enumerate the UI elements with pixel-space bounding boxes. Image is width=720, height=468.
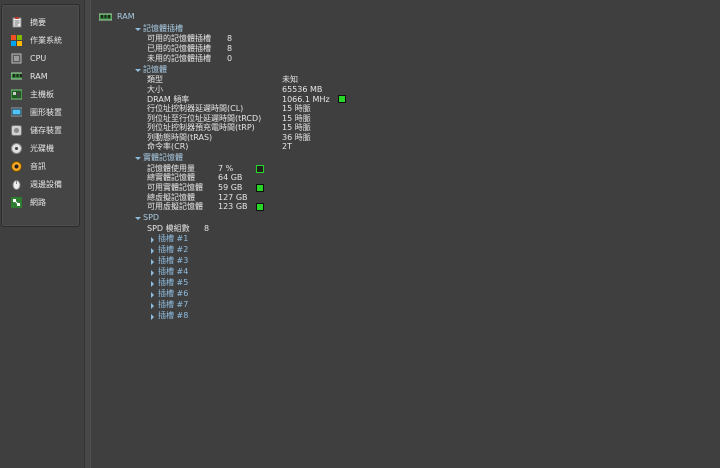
- sidebar-item-audio[interactable]: 音訊: [11, 159, 46, 173]
- spd-slot-5[interactable]: 插槽 #5: [158, 278, 188, 288]
- network-icon: [11, 196, 22, 208]
- sidebar: 摘要 作業系統 CPU RAM 主機板 圖形裝置 儲存裝置 光碟機 音訊 週邊設…: [1, 4, 80, 227]
- sidebar-item-optical[interactable]: 光碟機: [11, 141, 54, 155]
- value-trp: 15 時脈: [282, 123, 311, 132]
- sidebar-item-label: RAM: [30, 71, 48, 81]
- page-title: RAM: [117, 12, 135, 21]
- sidebar-item-motherboard[interactable]: 主機板: [11, 87, 54, 101]
- expand-arrow-icon[interactable]: [151, 303, 154, 309]
- sidebar-item-os[interactable]: 作業系統: [11, 33, 62, 47]
- motherboard-icon: [11, 89, 22, 100]
- value-free-slots: 0: [227, 54, 233, 63]
- sidebar-item-label: 圖形裝置: [30, 107, 62, 117]
- available-virtual-indicator[interactable]: [256, 203, 264, 211]
- label-available-slots: 可用的記憶體插槽: [147, 34, 211, 43]
- value-available-physical: 59 GB: [218, 183, 243, 192]
- expand-arrow-icon[interactable]: [151, 248, 154, 254]
- value-spd-module-count: 8: [204, 224, 210, 233]
- collapse-arrow-icon[interactable]: [135, 157, 141, 160]
- value-available-virtual: 123 GB: [218, 202, 248, 211]
- value-cl: 15 時脈: [282, 104, 311, 113]
- sidebar-item-peripherals[interactable]: 週邊設備: [11, 177, 62, 191]
- expand-arrow-icon[interactable]: [151, 292, 154, 298]
- windows-icon: [11, 34, 22, 46]
- value-total-physical: 64 GB: [218, 173, 243, 182]
- section-spd[interactable]: SPD: [143, 213, 159, 223]
- value-size: 65536 MB: [282, 85, 323, 94]
- spd-slot-4[interactable]: 插槽 #4: [158, 267, 188, 277]
- ram-details-panel: RAM 記憶體插槽 可用的記憶體插槽 8 已用的記憶體插槽 8 未用的記憶體插槽…: [90, 0, 720, 468]
- usage-indicator[interactable]: [256, 165, 264, 173]
- value-available-slots: 8: [227, 34, 233, 43]
- sidebar-item-cpu[interactable]: CPU: [11, 51, 46, 65]
- spd-slot-7[interactable]: 插槽 #7: [158, 300, 188, 310]
- sidebar-item-label: 光碟機: [30, 143, 54, 153]
- frequency-indicator[interactable]: [338, 95, 346, 103]
- expand-arrow-icon[interactable]: [151, 259, 154, 265]
- spd-slot-2[interactable]: 插槽 #2: [158, 245, 188, 255]
- label-spd-module-count: SPD 模組數: [147, 224, 190, 233]
- optical-drive-icon: [11, 142, 22, 154]
- cpu-icon: [11, 53, 22, 64]
- ram-icon: [98, 13, 113, 23]
- expand-arrow-icon[interactable]: [151, 281, 154, 287]
- sidebar-item-label: CPU: [30, 53, 47, 63]
- label-used-slots: 已用的記憶體插槽: [147, 44, 211, 53]
- label-type: 類型: [147, 75, 163, 84]
- storage-icon: [11, 124, 22, 136]
- sidebar-item-network[interactable]: 網路: [11, 195, 46, 209]
- sidebar-item-label: 網路: [30, 197, 46, 207]
- sidebar-item-storage[interactable]: 儲存裝置: [11, 123, 62, 137]
- section-memory[interactable]: 記憶體: [143, 65, 167, 75]
- spd-slot-6[interactable]: 插槽 #6: [158, 289, 188, 299]
- spd-slot-1[interactable]: 插槽 #1: [158, 234, 188, 244]
- label-trp: 列位址控制器預充電時間(tRP): [147, 123, 255, 132]
- sidebar-item-label: 週邊設備: [30, 179, 62, 189]
- sidebar-item-label: 摘要: [30, 17, 46, 27]
- collapse-arrow-icon[interactable]: [135, 69, 141, 72]
- label-available-virtual: 可用虛擬記憶體: [147, 202, 203, 211]
- expand-arrow-icon[interactable]: [151, 314, 154, 320]
- sidebar-item-graphics[interactable]: 圖形裝置: [11, 105, 62, 119]
- expand-arrow-icon[interactable]: [151, 237, 154, 243]
- value-used-slots: 8: [227, 44, 233, 53]
- label-total-physical: 總實體記憶體: [147, 173, 195, 182]
- section-memory-slots[interactable]: 記憶體插槽: [143, 24, 183, 34]
- sidebar-item-label: 主機板: [30, 89, 54, 99]
- value-cr: 2T: [282, 142, 292, 151]
- collapse-arrow-icon[interactable]: [135, 217, 141, 220]
- sidebar-item-ram[interactable]: RAM: [11, 69, 48, 83]
- label-cr: 命令率(CR): [147, 142, 189, 151]
- label-size: 大小: [147, 85, 163, 94]
- value-type: 未知: [282, 75, 298, 84]
- sidebar-item-label: 儲存裝置: [30, 125, 62, 135]
- expand-arrow-icon[interactable]: [151, 270, 154, 276]
- spd-slot-8[interactable]: 插槽 #8: [158, 311, 188, 321]
- label-available-physical: 可用實體記憶體: [147, 183, 203, 192]
- sidebar-item-label: 作業系統: [30, 35, 62, 45]
- label-free-slots: 未用的記憶體插槽: [147, 54, 211, 63]
- section-physical-memory[interactable]: 實體記憶體: [143, 153, 183, 163]
- available-physical-indicator[interactable]: [256, 184, 264, 192]
- label-cl: 行位址控制器延遲時間(CL): [147, 104, 244, 113]
- peripherals-icon: [11, 179, 22, 190]
- audio-icon: [11, 160, 22, 172]
- ram-icon: [11, 71, 22, 82]
- spd-slot-3[interactable]: 插槽 #3: [158, 256, 188, 266]
- collapse-arrow-icon[interactable]: [135, 28, 141, 31]
- summary-icon: [11, 16, 22, 28]
- graphics-icon: [11, 107, 22, 118]
- sidebar-item-summary[interactable]: 摘要: [11, 15, 46, 29]
- sidebar-item-label: 音訊: [30, 161, 46, 171]
